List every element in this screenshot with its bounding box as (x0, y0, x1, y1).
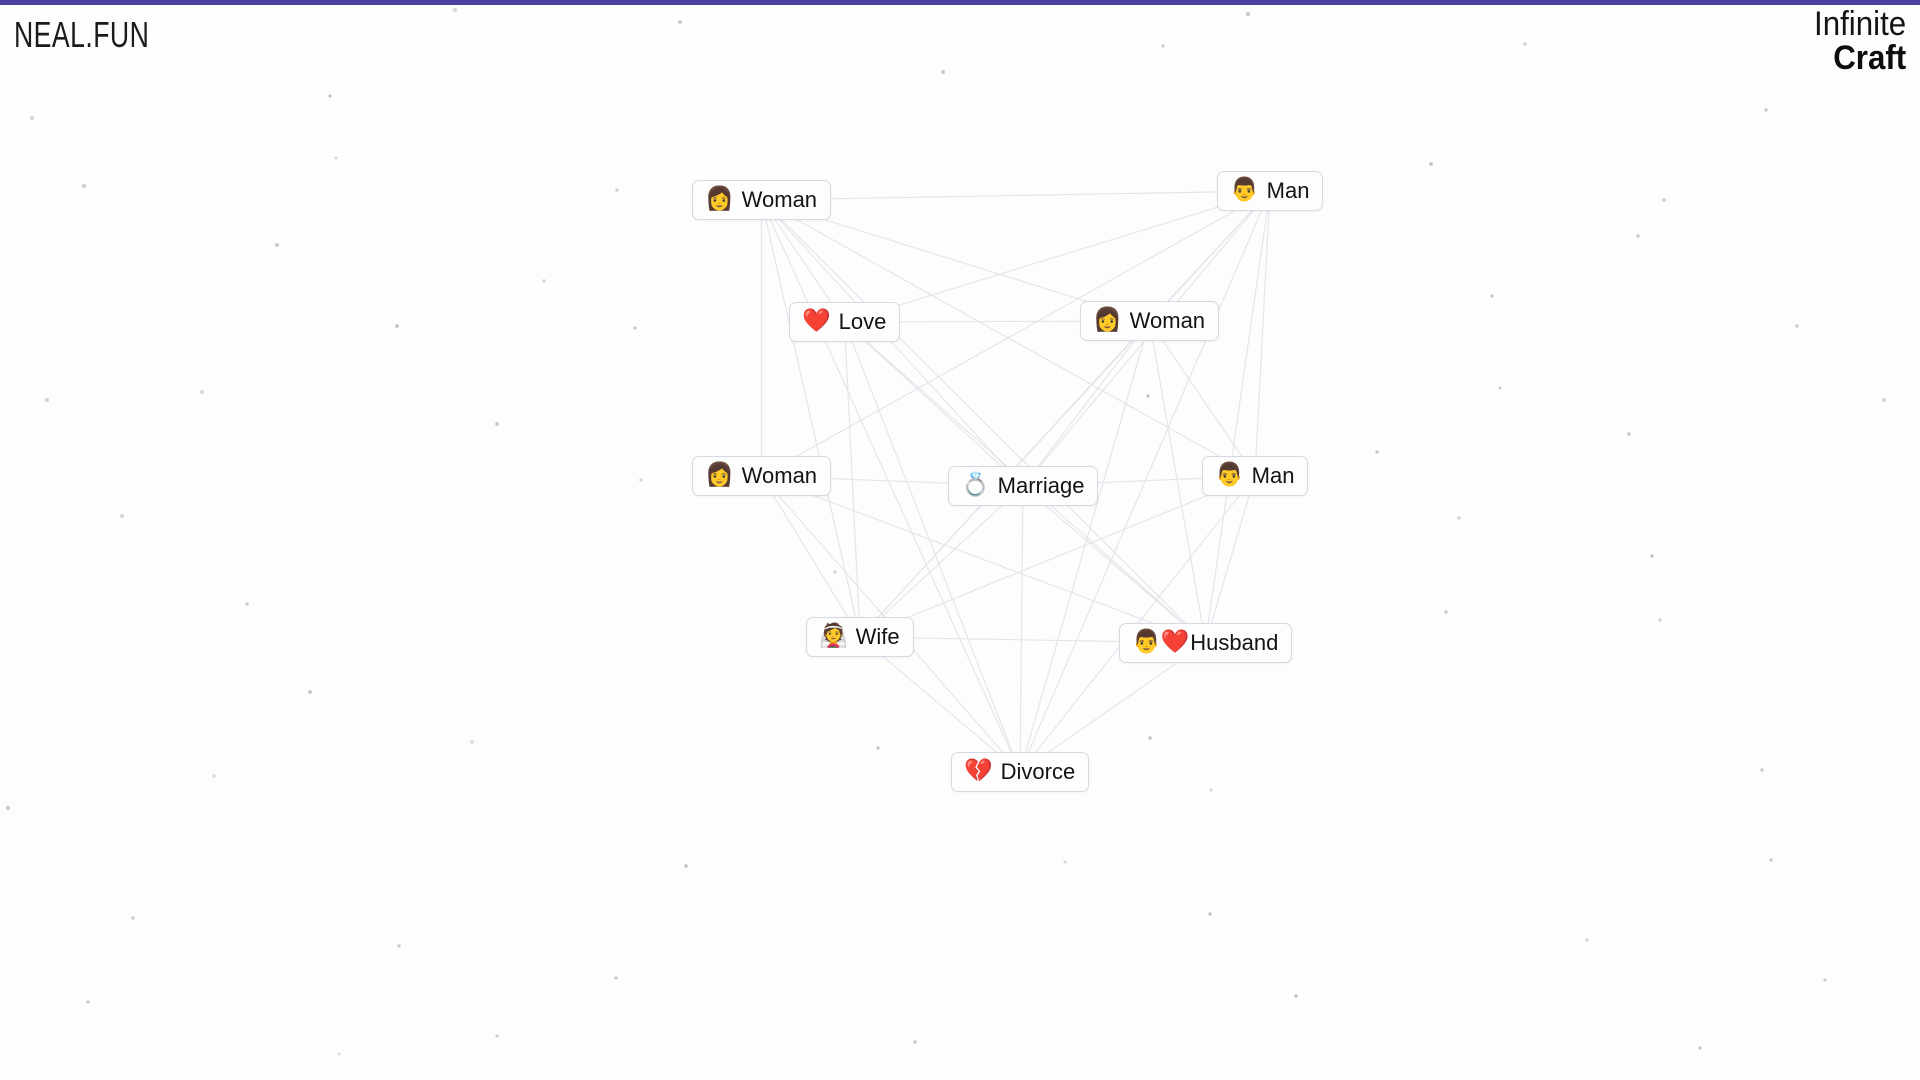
craft-node-label: Man (1251, 463, 1295, 488)
craft-node-man-mid-right[interactable]: 👨 Man (1202, 456, 1309, 497)
craft-node-man-top-right[interactable]: 👨 Man (1217, 171, 1324, 212)
craft-node-woman-mid-right[interactable]: 👩 Woman (1080, 301, 1220, 342)
top-accent-bar (0, 0, 1920, 5)
craft-node-marriage[interactable]: 💍 Marriage (948, 466, 1099, 507)
craft-node-love[interactable]: ❤️ Love (789, 302, 901, 343)
divorce-emoji-icon: 💔 (964, 758, 993, 785)
craft-node-label: Husband (1190, 630, 1279, 655)
craft-node-label: Woman (1129, 308, 1206, 333)
woman-mid-left-emoji-icon: 👩 (705, 462, 734, 489)
craft-node-wife[interactable]: 👰 Wife (806, 617, 914, 658)
game-title-line-2: Craft (1833, 38, 1906, 77)
marriage-emoji-icon: 💍 (961, 472, 990, 499)
woman-top-left-emoji-icon: 👩 (705, 186, 734, 213)
love-emoji-icon: ❤️ (802, 308, 831, 335)
craft-node-divorce[interactable]: 💔 Divorce (951, 752, 1090, 793)
craft-node-label: Divorce (1000, 759, 1076, 784)
craft-node-label: Wife (855, 624, 900, 649)
woman-mid-right-emoji-icon: 👩 (1093, 307, 1122, 334)
infinite-craft-logo: Infinite Craft (1806, 5, 1906, 77)
neal-fun-logo[interactable]: NEAL.FUN (14, 14, 149, 56)
craft-node-label: Man (1266, 178, 1310, 203)
craft-node-woman-top-left[interactable]: 👩 Woman (692, 180, 832, 221)
husband-emoji-icon: 👨‍❤️ (1132, 629, 1190, 656)
craft-node-label: Love (838, 309, 887, 334)
man-mid-right-emoji-icon: 👨 (1215, 462, 1244, 489)
craft-node-label: Woman (741, 463, 818, 488)
craft-node-husband[interactable]: 👨‍❤️ Husband (1119, 623, 1293, 664)
infinite-craft-app: NEAL.FUN Infinite Craft 👩 Woman 👨 Man ❤️ Love… (0, 0, 1920, 1080)
wife-emoji-icon: 👰 (819, 623, 848, 650)
craft-node-label: Woman (741, 187, 818, 212)
game-title-line-1: Infinite (1813, 5, 1906, 43)
craft-node-woman-mid-left[interactable]: 👩 Woman (692, 456, 832, 497)
man-top-right-emoji-icon: 👨 (1230, 177, 1259, 204)
craft-node-layer: 👩 Woman 👨 Man ❤️ Love 👩 Woman 👩 Woman 💍 Marriage 👨 Ma… (0, 0, 1920, 1080)
craft-node-label: Marriage (997, 473, 1085, 498)
